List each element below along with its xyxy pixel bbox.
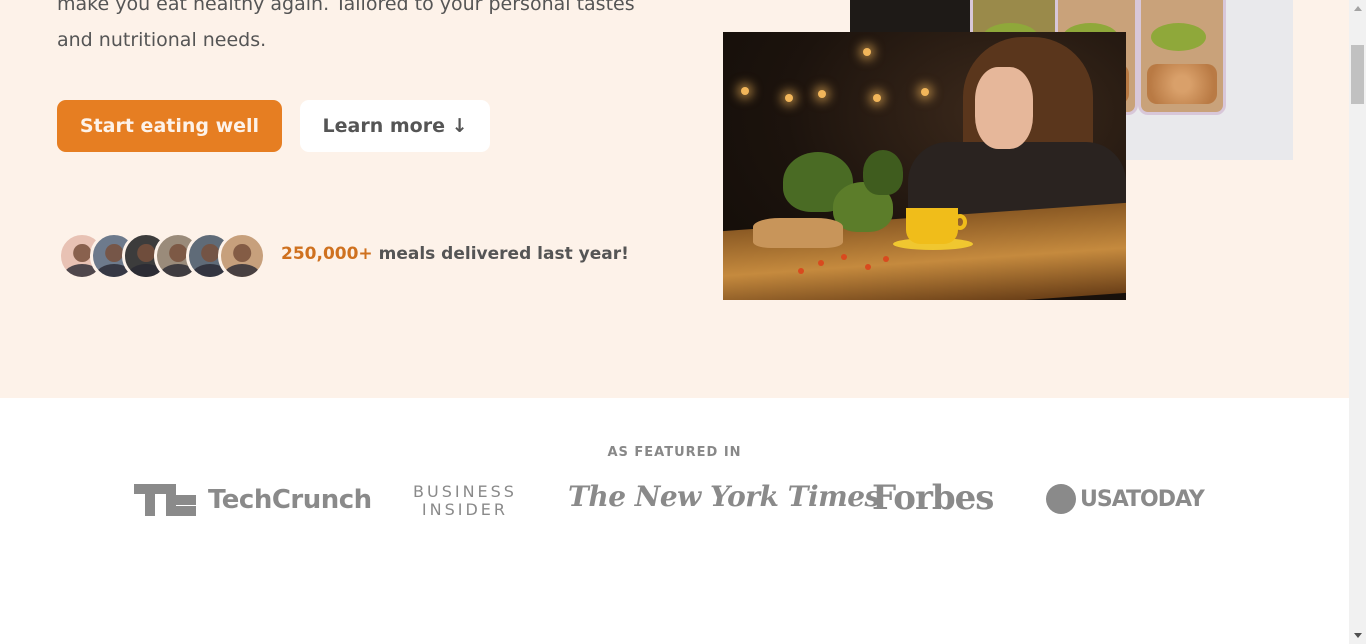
techcrunch-wordmark: TechCrunch xyxy=(208,485,372,515)
food-tray xyxy=(1138,0,1226,115)
customer-avatars xyxy=(58,232,266,280)
featured-in-section: AS FEATURED IN TechCrunch BUSINESS INSID… xyxy=(0,398,1349,644)
hero-description-line-2: and nutritional needs. xyxy=(57,29,267,51)
forbes-logo: Forbes xyxy=(872,478,994,518)
woman-eating-image xyxy=(723,32,1126,300)
business-insider-line-2: INSIDER xyxy=(421,500,509,519)
scroll-up-arrow-icon[interactable] xyxy=(1349,0,1366,17)
techcrunch-logo: TechCrunch xyxy=(134,484,372,516)
usa-today-circle-icon xyxy=(1046,484,1076,514)
meals-delivered-label: meals delivered last year! xyxy=(372,244,629,264)
scroll-down-arrow-icon[interactable] xyxy=(1349,627,1366,644)
learn-more-button[interactable]: Learn more ↓ xyxy=(300,100,490,152)
techcrunch-mark-icon xyxy=(134,484,196,516)
featured-heading: AS FEATURED IN xyxy=(607,445,742,460)
meals-count: 250,000+ xyxy=(281,244,373,264)
hero-description-line-1: make you eat healthy again. Tailored to … xyxy=(57,0,635,15)
nyt-logo: The New York Times xyxy=(568,480,880,513)
vertical-scrollbar[interactable] xyxy=(1349,0,1366,644)
customer-avatar xyxy=(218,232,266,280)
usa-today-wordmark: USATODAY xyxy=(1080,486,1205,512)
scrollbar-thumb[interactable] xyxy=(1351,45,1364,104)
hero-section: make you eat healthy again. Tailored to … xyxy=(0,0,1349,398)
business-insider-line-1: BUSINESS xyxy=(413,482,517,501)
meals-delivered-text: 250,000+ meals delivered last year! xyxy=(281,244,629,264)
start-eating-well-button[interactable]: Start eating well xyxy=(57,100,282,152)
image-dark-area xyxy=(850,0,970,32)
business-insider-logo: BUSINESS INSIDER xyxy=(413,483,517,519)
hero-description: make you eat healthy again. Tailored to … xyxy=(57,0,657,58)
usa-today-logo: USATODAY xyxy=(1046,484,1205,514)
